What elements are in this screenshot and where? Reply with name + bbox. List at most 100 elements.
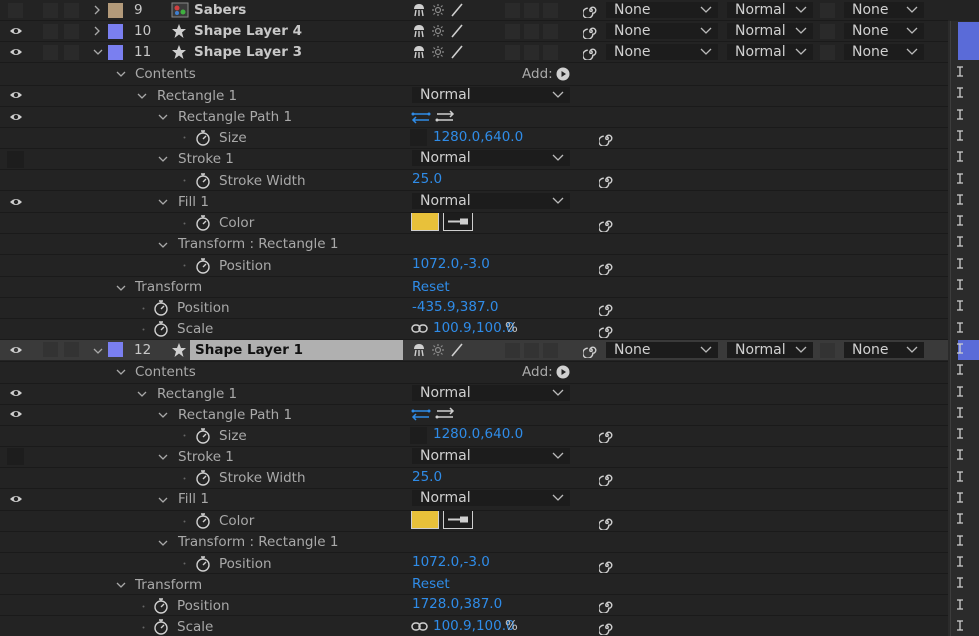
switch-box[interactable] <box>543 3 558 18</box>
lock-toggle[interactable] <box>64 45 79 60</box>
parent-dropdown[interactable]: None <box>606 342 718 358</box>
stroke-width-value[interactable]: 25.0 <box>412 170 442 188</box>
preserve-transparency-box[interactable] <box>820 45 835 60</box>
pickwhip-spiral-icon[interactable] <box>599 427 615 443</box>
collapse-sun-icon[interactable] <box>431 45 445 59</box>
eye-icon[interactable] <box>9 344 23 356</box>
blend-mode-dropdown[interactable]: Normal <box>727 44 813 60</box>
twirl-expanded-icon[interactable] <box>158 495 168 505</box>
twirl-expanded-icon[interactable] <box>137 91 147 101</box>
track-matte-dropdown[interactable]: None <box>844 2 924 18</box>
stopwatch-icon[interactable] <box>153 618 169 635</box>
blend-mode-dropdown[interactable]: Normal <box>412 490 570 506</box>
label-color-chip[interactable] <box>108 3 123 18</box>
size-value[interactable]: 1280.0,640.0 <box>433 128 523 146</box>
stopwatch-icon[interactable] <box>195 172 211 189</box>
twirl-expanded-icon[interactable] <box>93 47 103 57</box>
pickwhip-spiral-icon[interactable] <box>599 322 615 338</box>
fill-group[interactable]: Fill 1 <box>178 193 209 211</box>
layer-name[interactable]: Sabers <box>194 1 246 19</box>
twirl-expanded-icon[interactable] <box>158 112 168 122</box>
transform-rectangle-group[interactable]: Transform : Rectangle 1 <box>178 533 338 551</box>
eyedropper-icon[interactable] <box>443 510 473 529</box>
shy-icon[interactable] <box>412 45 426 59</box>
switch-box[interactable] <box>505 45 520 60</box>
quality-slash-icon[interactable] <box>450 45 464 59</box>
reset-link[interactable]: Reset <box>412 575 450 593</box>
visibility-toggle[interactable] <box>8 3 23 18</box>
fill-color-swatch[interactable] <box>411 510 439 529</box>
pickwhip-spiral-icon[interactable] <box>599 300 615 316</box>
stopwatch-icon[interactable] <box>153 299 169 316</box>
stopwatch-icon[interactable] <box>195 257 211 274</box>
preserve-transparency-box[interactable] <box>820 24 835 39</box>
quality-slash-icon[interactable] <box>450 343 464 357</box>
link-icon[interactable] <box>411 323 428 334</box>
blend-mode-dropdown[interactable]: Normal <box>727 23 813 39</box>
reset-link[interactable]: Reset <box>412 278 450 296</box>
path-direction-icon[interactable] <box>411 406 457 422</box>
switch-box[interactable] <box>524 45 539 60</box>
stroke-width-value[interactable]: 25.0 <box>412 468 442 486</box>
solo-toggle[interactable] <box>43 342 58 357</box>
layer-name[interactable]: Shape Layer 1 <box>195 341 303 359</box>
blend-mode-dropdown[interactable]: Normal <box>727 2 813 18</box>
stopwatch-icon[interactable] <box>153 320 169 337</box>
rectangle-path-group[interactable]: Rectangle Path 1 <box>178 108 292 126</box>
layer-name[interactable]: Shape Layer 3 <box>194 43 302 61</box>
pickwhip-spiral-icon[interactable] <box>599 259 615 275</box>
solo-toggle[interactable] <box>43 45 58 60</box>
eyedropper-icon[interactable] <box>443 212 473 231</box>
blend-mode-dropdown[interactable]: Normal <box>412 87 570 103</box>
eye-icon[interactable] <box>9 493 23 505</box>
preserve-transparency-box[interactable] <box>820 3 835 18</box>
layer-name[interactable]: Shape Layer 4 <box>194 22 302 40</box>
solo-toggle[interactable] <box>43 24 58 39</box>
switch-box[interactable] <box>505 3 520 18</box>
rect-position-value[interactable]: 1072.0,-3.0 <box>412 553 490 571</box>
pickwhip-spiral-icon[interactable] <box>599 216 615 232</box>
collapse-sun-icon[interactable] <box>431 24 445 38</box>
twirl-expanded-icon[interactable] <box>158 452 168 462</box>
contents-group[interactable]: Contents <box>135 363 196 381</box>
twirl-expanded-icon[interactable] <box>158 410 168 420</box>
visibility-toggle[interactable] <box>7 151 24 168</box>
pickwhip-spiral-icon[interactable] <box>599 619 615 635</box>
rect-position-value[interactable]: 1072.0,-3.0 <box>412 255 490 273</box>
pickwhip-spiral-icon[interactable] <box>599 514 615 530</box>
shy-icon[interactable] <box>412 24 426 38</box>
pickwhip-spiral-icon[interactable] <box>599 597 615 613</box>
switch-box[interactable] <box>524 343 539 358</box>
transform-group[interactable]: Transform <box>135 576 202 594</box>
fill-group[interactable]: Fill 1 <box>178 490 209 508</box>
visibility-toggle[interactable] <box>7 448 24 465</box>
switch-box[interactable] <box>543 343 558 358</box>
link-icon[interactable] <box>411 621 428 632</box>
scale-value[interactable]: 100.9,100.0 <box>433 319 515 337</box>
switch-box[interactable] <box>524 3 539 18</box>
twirl-expanded-icon[interactable] <box>158 154 168 164</box>
switch-box[interactable] <box>505 24 520 39</box>
pickwhip-spiral-icon[interactable] <box>599 130 615 146</box>
stopwatch-icon[interactable] <box>195 512 211 529</box>
lock-toggle[interactable] <box>64 24 79 39</box>
transform-group[interactable]: Transform <box>135 278 202 296</box>
constrain-toggle[interactable] <box>410 129 427 146</box>
add-play-icon[interactable] <box>556 365 570 379</box>
rectangle-path-group[interactable]: Rectangle Path 1 <box>178 406 292 424</box>
blend-mode-dropdown[interactable]: Normal <box>412 385 570 401</box>
track-matte-dropdown[interactable]: None <box>844 23 924 39</box>
parent-dropdown[interactable]: None <box>606 44 718 60</box>
parent-dropdown[interactable]: None <box>606 23 718 39</box>
add-play-icon[interactable] <box>556 67 570 81</box>
twirl-expanded-icon[interactable] <box>137 389 147 399</box>
position-value[interactable]: 1728.0,387.0 <box>412 595 502 613</box>
quality-slash-icon[interactable] <box>450 24 464 38</box>
twirl-expanded-icon[interactable] <box>158 538 168 548</box>
stopwatch-icon[interactable] <box>153 597 169 614</box>
twirl-expanded-icon[interactable] <box>116 367 126 377</box>
label-color-chip[interactable] <box>108 45 123 60</box>
blend-mode-dropdown[interactable]: Normal <box>412 150 570 166</box>
preserve-transparency-box[interactable] <box>820 343 835 358</box>
label-color-chip[interactable] <box>108 342 123 357</box>
